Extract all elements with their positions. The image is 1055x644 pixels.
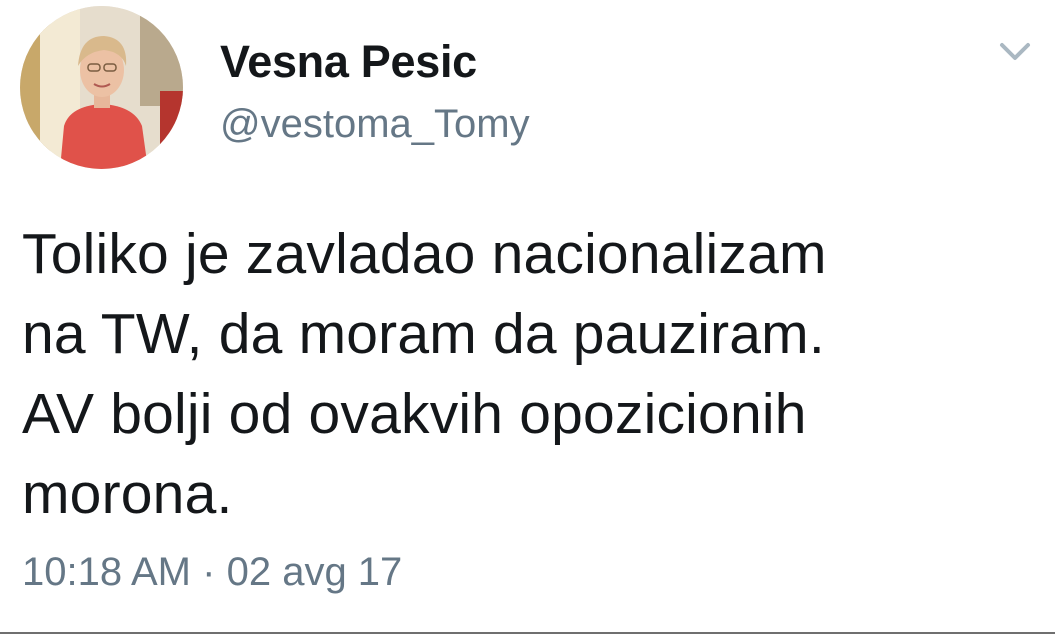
profile-photo	[20, 6, 183, 169]
chevron-down-icon[interactable]	[996, 36, 1034, 66]
timestamp[interactable]: 10:18 AM · 02 avg 17	[22, 550, 402, 595]
tweet-card: Vesna Pesic @vestoma_Tomy Toliko je zavl…	[0, 0, 1055, 644]
tweet-text: Toliko je zavladao nacionalizam na TW, d…	[22, 214, 1032, 534]
timestamp-time: 10:18 AM	[22, 550, 192, 594]
author-name[interactable]: Vesna Pesic	[220, 36, 477, 88]
author-handle[interactable]: @vestoma_Tomy	[220, 102, 530, 147]
timestamp-date: 02 avg 17	[226, 550, 403, 594]
avatar[interactable]	[20, 6, 183, 169]
tweet-text-line: morona.	[22, 462, 233, 526]
divider	[0, 632, 1055, 644]
tweet-text-line: na TW, da moram da pauziram.	[22, 302, 825, 366]
tweet-text-line: AV bolji od ovakvih opozicionih	[22, 382, 807, 446]
timestamp-separator: ·	[202, 550, 216, 594]
tweet-text-line: Toliko je zavladao nacionalizam	[22, 222, 827, 286]
